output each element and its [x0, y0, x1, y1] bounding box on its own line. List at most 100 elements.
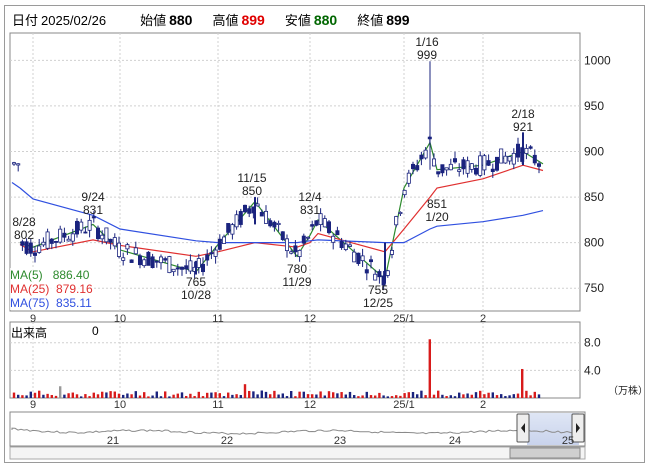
volume-bar: [479, 390, 482, 398]
volume-bar: [386, 396, 389, 398]
volume-bar: [361, 395, 364, 398]
volume-tick-label: 4.0: [584, 363, 601, 377]
candle-body: [142, 259, 147, 267]
peak-annotation: 1/16: [415, 35, 439, 49]
volume-bar: [29, 391, 32, 398]
navigator-scroll-thumb[interactable]: [509, 447, 581, 459]
candle-body: [217, 238, 222, 250]
candle-body: [234, 214, 239, 228]
candle-body: [389, 249, 394, 255]
volume-bar: [80, 396, 83, 398]
candle-body: [121, 257, 126, 261]
volume-bar: [235, 394, 238, 398]
volume-bar: [155, 391, 158, 398]
navigator-panel: [9, 411, 586, 447]
volume-bar: [101, 391, 104, 398]
volume-bar: [315, 394, 318, 398]
volume-bar: [168, 396, 171, 398]
volume-bar: [458, 392, 461, 398]
candle-body: [158, 256, 163, 264]
candle-body: [410, 163, 415, 170]
volume-bar: [260, 390, 263, 398]
candle-body: [96, 227, 101, 240]
price-tick-label: 850: [584, 190, 604, 204]
candle-body: [146, 251, 151, 266]
volume-bar: [344, 394, 347, 398]
candle-body: [331, 235, 336, 243]
volume-x-tick-label: 11: [212, 399, 223, 411]
candle-body: [79, 221, 84, 231]
volume-bar: [424, 395, 427, 398]
candle-body: [45, 231, 50, 249]
candle-body: [221, 236, 226, 244]
volume-bar: [126, 393, 129, 398]
volume-bar: [143, 392, 146, 398]
volume-bar: [323, 395, 326, 398]
candle-body: [452, 158, 457, 163]
volume-bar: [537, 394, 541, 398]
volume-bar: [369, 395, 373, 398]
candle-body: [301, 235, 306, 244]
volume-bar: [134, 391, 137, 398]
volume-bar: [521, 368, 524, 398]
volume-bar: [449, 395, 452, 398]
volume-bar: [277, 394, 280, 398]
volume-bar: [374, 395, 377, 398]
candle-body: [398, 211, 403, 215]
volume-bar: [105, 392, 108, 398]
candle-body: [24, 241, 29, 254]
volume-bar: [243, 384, 247, 398]
candle-body: [28, 242, 33, 254]
volume-bar: [63, 394, 66, 398]
candle-body: [478, 155, 483, 176]
candle-body: [385, 270, 390, 276]
candle-body: [486, 160, 491, 166]
candle-body: [335, 230, 340, 236]
volume-bar: [390, 396, 394, 398]
price-tick-label: 950: [584, 99, 604, 113]
volume-bar: [500, 394, 503, 398]
candle-body: [528, 146, 533, 149]
volume-bar: [378, 392, 381, 398]
peak-annotation: 12/4: [298, 190, 322, 204]
volume-bar: [252, 391, 255, 398]
candle-body: [448, 163, 453, 171]
volume-bar: [176, 393, 179, 398]
volume-bar: [512, 394, 515, 398]
candle-body: [196, 258, 201, 268]
volume-bar: [172, 394, 175, 398]
candle-body: [230, 224, 235, 235]
candle-body: [117, 242, 122, 257]
candle-body: [213, 249, 218, 257]
stock-chart: 10009509008508007509910101111121225/125/…: [9, 32, 648, 460]
volume-bar: [92, 392, 95, 398]
price-tick-label: 900: [584, 144, 604, 158]
navigator-scrollbar[interactable]: [9, 446, 586, 460]
candle-body: [58, 228, 63, 243]
volume-bar: [231, 394, 234, 398]
peak-annotation: 8/28: [12, 215, 36, 229]
volume-tick-label: 8.0: [584, 336, 601, 350]
candle-body: [444, 167, 449, 171]
candle-body: [70, 233, 75, 242]
price-x-tick-label: 2: [480, 313, 486, 325]
volume-bar: [470, 394, 473, 398]
candle-body: [339, 241, 344, 249]
volume-bar: [109, 391, 112, 398]
price-x-tick-label: 11: [212, 313, 223, 325]
candle-body: [402, 189, 407, 196]
candle-body: [104, 227, 109, 243]
volume-bar: [516, 393, 520, 398]
candle-body: [137, 255, 142, 266]
volume-bar: [84, 394, 87, 398]
candle-body: [310, 224, 315, 227]
volume-bar: [428, 339, 431, 398]
candle-body: [247, 208, 252, 214]
candle-body: [255, 203, 260, 207]
volume-unit-label: （万株）: [608, 384, 648, 397]
volume-bar: [529, 395, 532, 398]
volume-bar: [353, 395, 356, 398]
candle-body: [289, 251, 294, 254]
candle-body: [423, 149, 428, 159]
candle-body: [503, 155, 508, 164]
